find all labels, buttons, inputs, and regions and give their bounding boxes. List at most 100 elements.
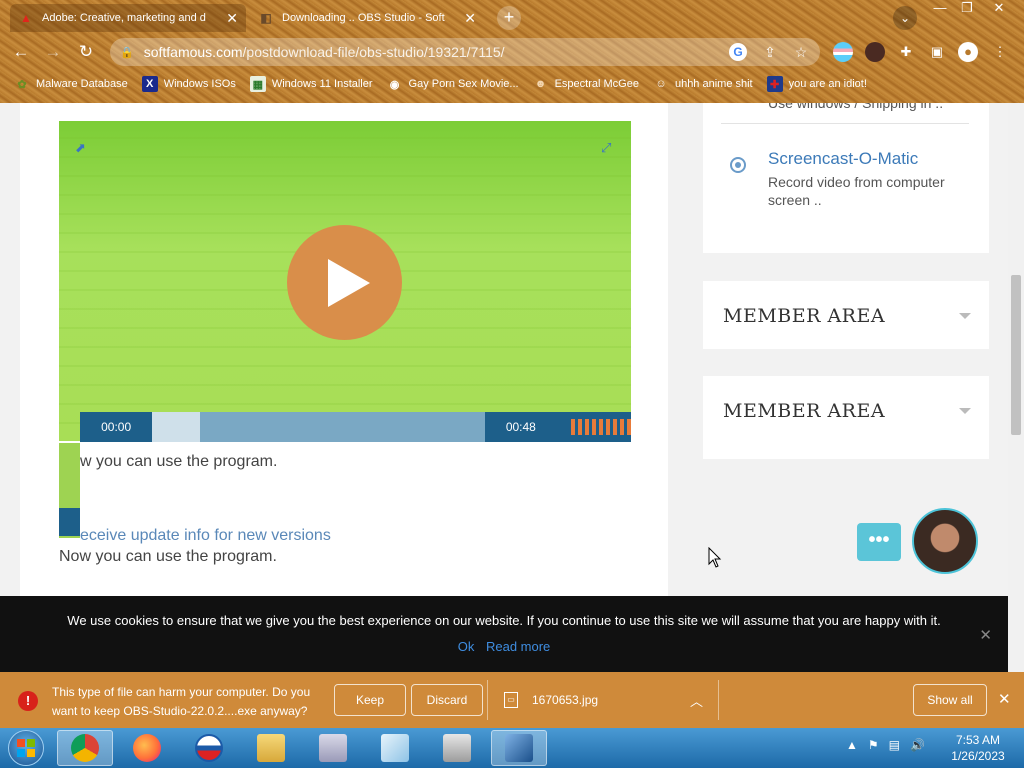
- clock[interactable]: 7:53 AM 1/26/2023: [946, 732, 1010, 764]
- close-tab-icon[interactable]: ✕: [226, 10, 238, 27]
- download-item[interactable]: ▭ 1670653.jpg: [504, 692, 598, 708]
- play-icon: [327, 258, 370, 307]
- taskbar-app-archive[interactable]: [429, 730, 485, 766]
- back-icon[interactable]: ←: [8, 40, 34, 64]
- reload-icon[interactable]: ↻: [73, 40, 99, 64]
- taskbar-app-package[interactable]: [305, 730, 361, 766]
- extension-avatar-icon[interactable]: [865, 42, 885, 62]
- tab-downloading-obs[interactable]: ◧ Downloading .. OBS Studio - Soft ✕: [250, 4, 484, 32]
- taskbar-chrome[interactable]: [57, 730, 113, 766]
- taskbar-app-notes[interactable]: [367, 730, 423, 766]
- bookmarks-bar: ✿ Malware Database X Windows ISOs ▦ Wind…: [0, 72, 1024, 96]
- show-hidden-icons-icon[interactable]: ▲: [846, 738, 858, 752]
- extension-flag-icon[interactable]: [833, 42, 853, 62]
- share-video-icon[interactable]: ⬈: [75, 141, 89, 155]
- anime-icon: ☺: [655, 78, 667, 90]
- extensions-puzzle-icon[interactable]: ✚: [896, 42, 916, 62]
- volume-icon[interactable]: 🔊: [910, 738, 925, 752]
- show-all-button[interactable]: Show all: [913, 684, 987, 716]
- adobe-icon: ▲: [20, 11, 32, 25]
- bookmark-label: Windows 11 Installer: [271, 78, 373, 90]
- member-area-widget-2[interactable]: MEMBER AREA: [703, 376, 989, 459]
- url-host: softfamous.com: [143, 44, 243, 60]
- forward-icon[interactable]: →: [40, 40, 66, 64]
- chevron-up-icon[interactable]: ︿: [690, 691, 703, 710]
- start-button[interactable]: [8, 730, 44, 766]
- side-panel-icon[interactable]: ▣: [927, 42, 947, 62]
- clock-date: 1/26/2023: [951, 749, 1005, 763]
- globe-icon: ◉: [389, 78, 400, 91]
- cookie-ok-button[interactable]: Ok: [458, 639, 475, 654]
- bookmark-label: Gay Porn Sex Movie...: [408, 78, 519, 90]
- tab-adobe[interactable]: ▲ Adobe: Creative, marketing and d ✕: [10, 4, 246, 32]
- taskbar-firefox[interactable]: [119, 730, 175, 766]
- share-icon[interactable]: ⇪: [761, 43, 779, 61]
- update-info-link[interactable]: eceive update info for new versions: [80, 527, 331, 545]
- bookmark-gay-porn-sex-movie[interactable]: ◉ Gay Porn Sex Movie...: [387, 76, 519, 92]
- campaign-logo-icon: [195, 734, 223, 762]
- bookmark-label: Espectral McGee: [554, 78, 639, 90]
- network-icon[interactable]: ▤: [889, 738, 900, 752]
- seek-bar[interactable]: [152, 412, 485, 442]
- chat-agent-avatar[interactable]: [912, 508, 978, 574]
- tab-title: Downloading .. OBS Studio - Soft: [282, 12, 445, 24]
- fullscreen-icon[interactable]: ⤢: [601, 141, 615, 155]
- bookmark-label: Malware Database: [36, 78, 128, 90]
- play-button[interactable]: [287, 225, 402, 340]
- chrome-icon: [71, 734, 99, 762]
- body-text: Now you can use the program.: [59, 548, 277, 565]
- member-area-title: MEMBER AREA: [723, 305, 886, 327]
- plant-icon: ✿: [17, 78, 27, 91]
- google-lens-icon[interactable]: G: [729, 43, 747, 61]
- screencast-icon: [730, 157, 746, 173]
- address-bar[interactable]: 🔒 softfamous.com/postdownload-file/obs-s…: [110, 38, 820, 66]
- close-shelf-icon[interactable]: ✕: [998, 690, 1011, 708]
- tab-title: Adobe: Creative, marketing and d: [42, 12, 206, 24]
- action-center-flag-icon[interactable]: ⚑: [868, 738, 879, 752]
- chat-bubble-button[interactable]: •••: [857, 523, 901, 561]
- prev-item-desc: Use windows / Shipping in ..: [768, 103, 944, 111]
- bookmark-malware-database[interactable]: ✿ Malware Database: [14, 76, 128, 92]
- cookie-message: We use cookies to ensure that we give yo…: [67, 613, 941, 628]
- scroll-thumb[interactable]: [1011, 275, 1021, 435]
- bookmark-label: you are an idiot!: [788, 78, 867, 90]
- menu-kebab-icon[interactable]: ⋮: [990, 42, 1010, 62]
- tab-search-icon[interactable]: ⌄: [893, 6, 917, 30]
- taskbar-explorer[interactable]: [243, 730, 299, 766]
- minimize-icon[interactable]: —: [925, 0, 955, 18]
- page-scrollbar[interactable]: [1008, 103, 1024, 672]
- package-icon: [319, 734, 347, 762]
- taskbar-obama[interactable]: [181, 730, 237, 766]
- bookmark-star-icon[interactable]: ☆: [792, 43, 810, 61]
- bookmark-uhhh-anime-shit[interactable]: ☺ uhhh anime shit: [653, 76, 752, 92]
- volume-control[interactable]: [570, 419, 631, 435]
- duration: 00:48: [505, 420, 536, 434]
- x-icon: X: [141, 76, 158, 92]
- image-file-icon: ▭: [504, 692, 518, 708]
- video-player[interactable]: ⬈ ⤢ 00:00 00:48: [59, 121, 631, 442]
- download-warning-text: This type of file can harm your computer…: [52, 685, 311, 718]
- bookmark-label: Windows ISOs: [163, 78, 236, 90]
- restore-icon[interactable]: ❐: [952, 0, 982, 18]
- url-path: /postdownload-file/obs-studio/19321/7115…: [242, 44, 505, 60]
- video-controls: 00:00 00:48: [80, 412, 631, 442]
- close-window-icon[interactable]: ✕: [984, 0, 1014, 18]
- cookie-close-icon[interactable]: ✕: [979, 626, 992, 644]
- discard-button[interactable]: Discard: [411, 684, 483, 716]
- bookmark-windows-isos[interactable]: X Windows ISOs: [141, 76, 236, 92]
- caret-down-icon: [959, 313, 971, 319]
- taskbar-virtualbox[interactable]: [491, 730, 547, 766]
- cookie-read-more-link[interactable]: Read more: [486, 639, 550, 654]
- member-area-widget-1[interactable]: MEMBER AREA: [703, 281, 989, 349]
- keep-button[interactable]: Keep: [334, 684, 406, 716]
- bookmark-you-are-an-idiot[interactable]: ✚ you are an idiot!: [766, 76, 867, 92]
- bookmark-windows-11-installer[interactable]: ▦ Windows 11 Installer: [249, 76, 373, 92]
- close-tab-icon[interactable]: ✕: [464, 10, 476, 27]
- new-tab-button[interactable]: +: [497, 6, 521, 30]
- screencast-title-link[interactable]: Screencast-O-Matic: [768, 149, 918, 169]
- taskbar: ▲ ⚑ ▤ 🔊 7:53 AM 1/26/2023: [0, 728, 1024, 768]
- bookmark-espectral-mcgee[interactable]: ☻ Espectral McGee: [533, 76, 639, 92]
- softfamous-icon: ◧: [260, 11, 272, 25]
- profile-icon[interactable]: ●: [958, 42, 978, 62]
- buffered-indicator: [152, 412, 201, 442]
